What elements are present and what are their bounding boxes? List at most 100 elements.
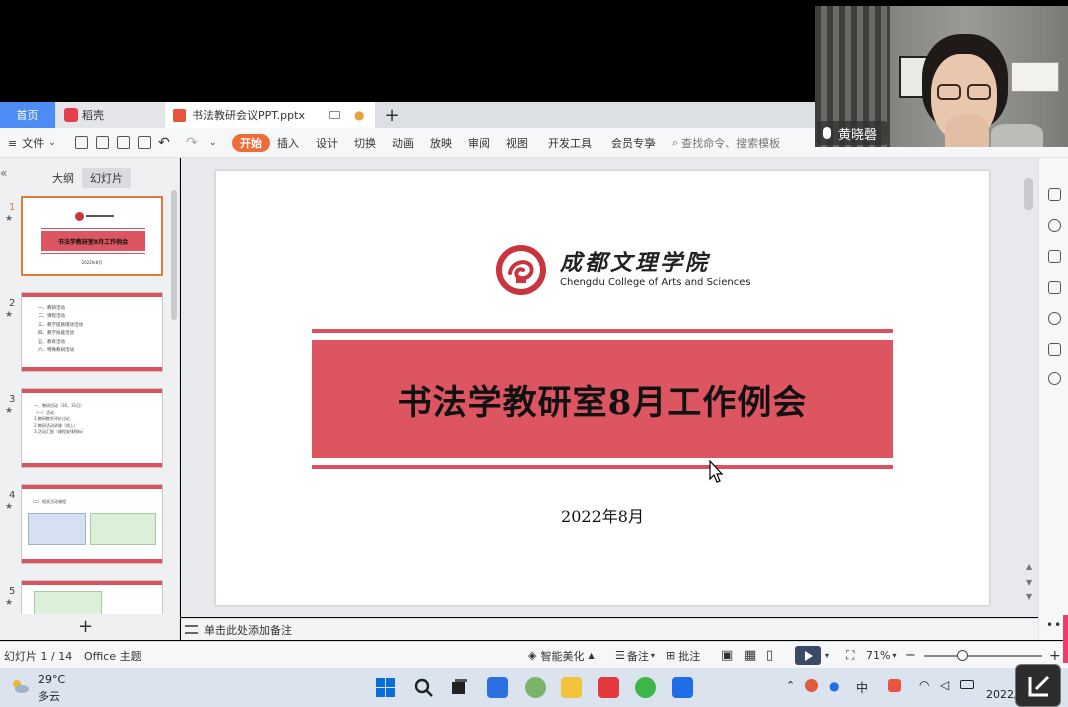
slide-thumbnail-1[interactable]: 书法学教研室8月工作例会 2022年8月: [21, 196, 163, 276]
animation-star-icon[interactable]: [1048, 250, 1061, 263]
new-tab-button[interactable]: +: [382, 102, 402, 128]
zoom-slider-knob[interactable]: [957, 650, 968, 661]
video-artwork: [1011, 62, 1059, 92]
tab-insert-label: 插入: [277, 137, 299, 150]
tab-transition[interactable]: 切换: [354, 128, 376, 158]
image-settings-icon[interactable]: [1048, 343, 1061, 356]
slide-thumbnail-3[interactable]: 一、教研活动（30、31日） （一）活动 1.教研教学评价讨论 2.教研活动讲课…: [21, 388, 163, 468]
tab-member[interactable]: 会员专享: [611, 128, 655, 158]
tab-start-label: 开始: [240, 137, 262, 150]
volume-icon[interactable]: ◁: [940, 678, 949, 692]
slide-vertical-scrollbar[interactable]: [1024, 178, 1033, 210]
tray-chevron-up-icon[interactable]: ⌃: [786, 679, 795, 692]
fit-window-icon[interactable]: ⛶: [846, 642, 854, 669]
zoom-level[interactable]: 71% ▾: [866, 642, 896, 669]
tab-design[interactable]: 设计: [316, 128, 338, 158]
slide-title[interactable]: 书法学教研室8月工作例会: [398, 375, 808, 424]
scroll-next-icon[interactable]: ▼: [1026, 592, 1032, 601]
file-explorer-icon[interactable]: [561, 677, 582, 698]
thumb-line-text: 二、课程活动: [38, 314, 65, 320]
reading-view-icon[interactable]: ▯: [766, 642, 773, 669]
file-menu-button[interactable]: ≡ 文件 ⌄: [8, 128, 56, 158]
zoom-slider-track[interactable]: [924, 655, 1042, 657]
search-icon[interactable]: [413, 677, 434, 698]
current-slide[interactable]: 成都文理学院 Chengdu College of Arts and Scien…: [215, 170, 990, 606]
notes-area[interactable]: 单击此处添加备注: [181, 618, 1038, 640]
tray-mic-icon[interactable]: ●: [829, 679, 839, 693]
theme-name[interactable]: Office 主题: [84, 642, 142, 669]
tab-view[interactable]: 视图: [506, 128, 528, 158]
help-icon[interactable]: [1048, 312, 1061, 325]
meeting-app-icon[interactable]: [672, 677, 693, 698]
tab-developer[interactable]: 开发工具: [548, 128, 592, 158]
input-method-indicator[interactable]: 中: [856, 679, 868, 696]
wifi-icon[interactable]: ◠: [919, 678, 929, 692]
slide-thumbnail-2[interactable]: 一、教研活动 二、课程活动 三、教学提质增效活动 四、教学技能活动 五、教育活动…: [21, 292, 163, 372]
tab-current-file[interactable]: 书法教研会议PPT.pptx ●: [165, 102, 375, 128]
snip-tool-overlay[interactable]: [1015, 664, 1061, 707]
video-person-hand: [945, 114, 989, 147]
save-icon[interactable]: [75, 136, 88, 149]
settings-sliders-icon[interactable]: [1048, 188, 1061, 201]
tab-slides[interactable]: 幻灯片: [82, 168, 131, 188]
notes-toggle-button[interactable]: ☰ 备注 ▾: [615, 642, 655, 669]
export-icon[interactable]: [96, 136, 109, 149]
slide-date[interactable]: 2022年8月: [216, 503, 989, 527]
comments-button[interactable]: ⊞ 批注: [666, 642, 700, 669]
weather-temperature[interactable]: 29°C: [38, 673, 65, 686]
thumb-line-text: 1.教研教学评价讨论: [34, 416, 70, 422]
zoom-out-button[interactable]: −: [905, 642, 916, 669]
print-preview-icon[interactable]: [138, 136, 151, 149]
tray-app-icon[interactable]: [805, 679, 818, 692]
notes-placeholder: 单击此处添加备注: [204, 623, 292, 637]
print-icon[interactable]: [117, 136, 130, 149]
windows-start-icon[interactable]: [375, 677, 396, 698]
tab-outline[interactable]: 大纲: [44, 168, 82, 188]
animation-star-icon: ★: [5, 502, 14, 512]
screen: 首页 稻壳 书法教研会议PPT.pptx ● + ≡ 文件 ⌄ ↶ ↷ ⌄ 开始…: [0, 0, 1068, 707]
location-icon[interactable]: [1048, 372, 1061, 385]
transition-icon[interactable]: [1048, 281, 1061, 294]
tray-wps-icon[interactable]: [888, 679, 901, 692]
monitor-icon[interactable]: [328, 111, 340, 119]
redo-icon[interactable]: ↷: [186, 128, 198, 158]
undo-icon[interactable]: ↶: [158, 128, 170, 158]
collapse-panel-icon[interactable]: «: [0, 166, 7, 180]
tab-home[interactable]: 首页: [0, 102, 55, 128]
tab-slideshow[interactable]: 放映: [430, 128, 452, 158]
feishu-app-icon[interactable]: [487, 677, 508, 698]
wechat-icon[interactable]: [635, 677, 656, 698]
add-slide-button[interactable]: +: [78, 616, 93, 637]
weather-description[interactable]: 多云: [38, 688, 60, 704]
chevron-down-icon[interactable]: ▾: [825, 642, 829, 669]
battery-icon[interactable]: [960, 680, 974, 689]
app-globe-icon[interactable]: [525, 677, 546, 698]
scroll-down-icon[interactable]: ▼: [1026, 578, 1032, 587]
thumb-table-blue: [28, 513, 86, 545]
chevron-down-icon: ⌄: [48, 138, 56, 148]
thumbnail-scrollbar[interactable]: [171, 190, 177, 320]
scroll-up-icon[interactable]: ▲: [1026, 562, 1032, 571]
beautify-icon: ◈: [528, 649, 537, 662]
slide-thumbnail-5[interactable]: [21, 580, 163, 614]
thumb-top-bar: [22, 293, 162, 297]
slide-thumbnail-4[interactable]: （二）相关活动课程: [21, 484, 163, 564]
tab-start[interactable]: 开始: [232, 134, 270, 152]
quick-access-more-icon[interactable]: ⌄: [209, 128, 217, 158]
tab-docer[interactable]: 稻壳: [56, 102, 164, 128]
task-view-icon[interactable]: [449, 677, 470, 698]
thumb-line-text: 六、特殊教研活动: [38, 348, 74, 354]
tab-review[interactable]: 审阅: [468, 128, 490, 158]
rocket-icon[interactable]: [1048, 219, 1061, 232]
chevron-right-icon[interactable]: ›: [652, 128, 656, 158]
animation-star-icon: ★: [5, 598, 14, 608]
slide-sorter-icon[interactable]: ▦: [744, 642, 756, 669]
tab-file-label: 书法教研会议PPT.pptx: [192, 109, 305, 122]
smart-beautify-button[interactable]: ◈ 智能美化 ▲: [528, 642, 595, 669]
command-search[interactable]: ⌕ 查找命令、搜索模板: [672, 128, 780, 158]
tab-insert[interactable]: 插入: [277, 128, 299, 158]
tab-animation[interactable]: 动画: [392, 128, 414, 158]
play-slideshow-button[interactable]: [795, 646, 821, 665]
wps-office-icon[interactable]: [598, 677, 619, 698]
normal-view-icon[interactable]: ▣: [721, 642, 733, 669]
